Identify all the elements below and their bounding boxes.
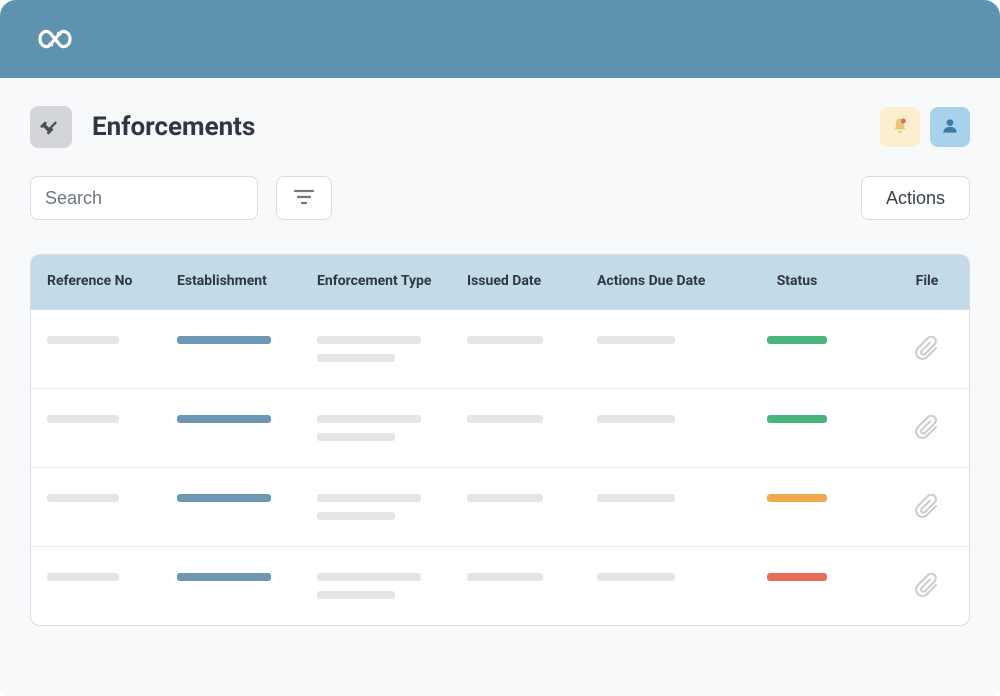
placeholder-bar xyxy=(467,415,543,423)
cell-establishment xyxy=(177,494,317,502)
placeholder-bar xyxy=(177,336,271,344)
user-profile-button[interactable] xyxy=(930,107,970,147)
cell-issued-date xyxy=(467,573,597,581)
placeholder-bar xyxy=(467,494,543,502)
cell-enforcement-type xyxy=(317,415,467,441)
table-row[interactable] xyxy=(31,309,969,388)
placeholder-bar xyxy=(317,494,421,502)
cell-status xyxy=(727,336,867,344)
paperclip-icon[interactable] xyxy=(915,494,939,518)
col-file: File xyxy=(867,273,970,291)
cell-file xyxy=(867,336,970,360)
table-row[interactable] xyxy=(31,467,969,546)
cell-issued-date xyxy=(467,415,597,423)
cell-issued-date xyxy=(467,494,597,502)
placeholder-bar xyxy=(467,573,543,581)
cell-enforcement-type xyxy=(317,573,467,599)
placeholder-bar xyxy=(47,336,119,344)
cell-establishment xyxy=(177,415,317,423)
placeholder-bar xyxy=(317,433,395,441)
placeholder-bar xyxy=(317,354,395,362)
bell-icon xyxy=(890,116,910,139)
cell-reference xyxy=(47,415,177,423)
col-reference-no: Reference No xyxy=(47,273,177,291)
actions-button[interactable]: Actions xyxy=(861,176,970,220)
cell-status xyxy=(727,573,867,581)
cell-status xyxy=(727,415,867,423)
page-title: Enforcements xyxy=(92,112,255,142)
top-bar xyxy=(0,0,1000,78)
cell-issued-date xyxy=(467,336,597,344)
title-group: Enforcements xyxy=(30,106,255,148)
placeholder-bar xyxy=(177,494,271,502)
user-icon xyxy=(940,116,960,139)
table-header: Reference No Establishment Enforcement T… xyxy=(31,255,969,309)
controls-left xyxy=(30,176,332,220)
placeholder-bar xyxy=(597,336,675,344)
cell-status xyxy=(727,494,867,502)
paperclip-icon[interactable] xyxy=(915,573,939,597)
placeholder-bar xyxy=(47,494,119,502)
table-row[interactable] xyxy=(31,546,969,625)
col-actions-due: Actions Due Date xyxy=(597,273,727,291)
cell-file xyxy=(867,494,970,518)
status-badge xyxy=(767,494,827,502)
placeholder-bar xyxy=(467,336,543,344)
status-badge xyxy=(767,573,827,581)
placeholder-bar xyxy=(317,415,421,423)
infinity-logo-icon xyxy=(28,12,82,66)
cell-file xyxy=(867,415,970,439)
cell-actions-due xyxy=(597,573,727,581)
col-enforcement-type: Enforcement Type xyxy=(317,273,467,291)
table-body xyxy=(31,309,969,625)
main-content: Enforcements xyxy=(0,78,1000,654)
cell-establishment xyxy=(177,336,317,344)
placeholder-bar xyxy=(597,494,675,502)
cell-enforcement-type xyxy=(317,336,467,362)
placeholder-bar xyxy=(597,415,675,423)
col-issued-date: Issued Date xyxy=(467,273,597,291)
filter-icon xyxy=(293,188,315,209)
app-window: Enforcements xyxy=(0,0,1000,696)
table-row[interactable] xyxy=(31,388,969,467)
placeholder-bar xyxy=(317,591,395,599)
paperclip-icon[interactable] xyxy=(915,336,939,360)
cell-enforcement-type xyxy=(317,494,467,520)
cell-actions-due xyxy=(597,336,727,344)
search-input[interactable] xyxy=(30,176,258,220)
controls-row: Actions xyxy=(30,176,970,220)
cell-establishment xyxy=(177,573,317,581)
cell-actions-due xyxy=(597,494,727,502)
enforcements-table: Reference No Establishment Enforcement T… xyxy=(30,254,970,626)
notifications-button[interactable] xyxy=(880,107,920,147)
cell-reference xyxy=(47,336,177,344)
col-establishment: Establishment xyxy=(177,273,317,291)
placeholder-bar xyxy=(317,573,421,581)
placeholder-bar xyxy=(597,573,675,581)
filter-button[interactable] xyxy=(276,176,332,220)
page-header: Enforcements xyxy=(30,106,970,148)
paperclip-icon[interactable] xyxy=(915,415,939,439)
cell-actions-due xyxy=(597,415,727,423)
cell-reference xyxy=(47,573,177,581)
cell-reference xyxy=(47,494,177,502)
placeholder-bar xyxy=(47,573,119,581)
cell-file xyxy=(867,573,970,597)
header-actions xyxy=(880,107,970,147)
placeholder-bar xyxy=(317,336,421,344)
status-badge xyxy=(767,415,827,423)
status-badge xyxy=(767,336,827,344)
placeholder-bar xyxy=(177,415,271,423)
col-status: Status xyxy=(727,273,867,291)
placeholder-bar xyxy=(47,415,119,423)
gavel-icon xyxy=(30,106,72,148)
placeholder-bar xyxy=(177,573,271,581)
placeholder-bar xyxy=(317,512,395,520)
